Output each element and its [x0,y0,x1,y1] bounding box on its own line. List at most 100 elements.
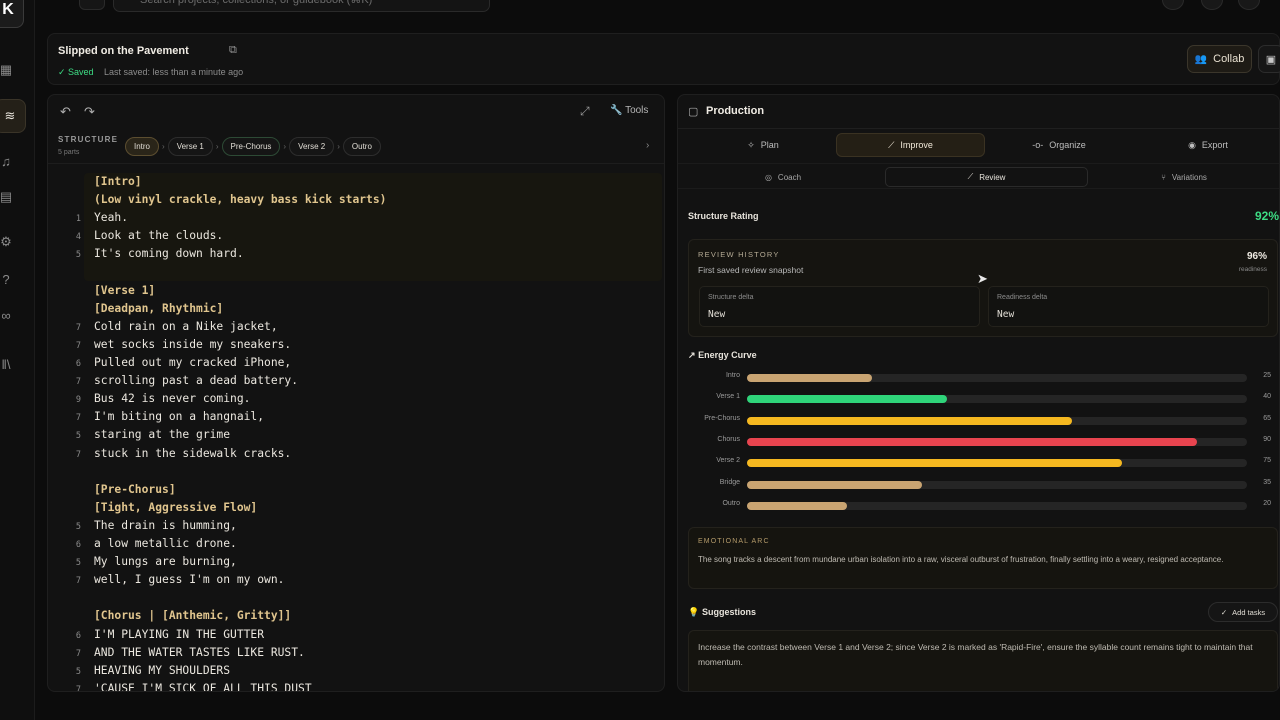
energy-bar-value: 35 [1263,478,1271,486]
lyric-line[interactable]: 5 My lungs are burning, [48,555,664,573]
lyric-line[interactable]: [Tight, Aggressive Flow] [48,501,664,519]
search-input[interactable]: Search projects, collections, or guidebo… [113,0,490,12]
library-icon[interactable]: ‖\ [0,352,18,376]
add-tasks-label: Add tasks [1232,607,1266,617]
subtab-variations[interactable]: ⑂ Variations [1094,167,1274,187]
add-tasks-button[interactable]: ✓ Add tasks [1208,602,1278,622]
sidebar-toggle-button[interactable] [79,0,105,10]
lyric-line[interactable]: [Deadpan, Rhythmic] [48,302,664,320]
lyric-text: Pulled out my cracked iPhone, [94,356,292,369]
lyric-line[interactable]: [Chorus | [Anthemic, Gritty]] [48,609,664,627]
tab-label: Plan [760,140,779,150]
lyric-line[interactable]: 9 Bus 42 is never coming. [48,392,664,410]
chip-verse-1[interactable]: Verse 1 [167,137,213,156]
structure-rating-value: 92% [1255,209,1280,223]
lyric-line[interactable]: [Verse 1] [48,284,664,302]
section-tag: [Deadpan, Rhythmic] [94,301,224,315]
emotional-arc-card: EMOTIONAL ARC The song tracks a descent … [688,527,1278,589]
lyric-line[interactable]: 6 a low metallic drone. [48,537,664,555]
lyric-line[interactable]: (Low vinyl crackle, heavy bass kick star… [48,193,664,211]
waveform-icon[interactable]: ≋ [0,99,26,133]
lyric-line[interactable]: 7 well, I guess I'm on my own. [48,573,664,591]
lyric-text: I'M PLAYING IN THE GUTTER [94,627,265,641]
lyric-line[interactable]: 7 I'm biting on a hangnail, [48,410,664,428]
sparkles-icon: ✧ [747,139,755,150]
energy-bar-fill [747,416,1072,425]
chip-pre-chorus[interactable]: Pre-Chorus [221,137,281,156]
lyric-line[interactable]: 6 Pulled out my cracked iPhone, [48,356,664,374]
chevron-right-icon[interactable]: › [646,140,649,151]
app-logo[interactable]: K [0,0,24,28]
layout-icon[interactable]: ▤ [0,185,18,209]
tab-export[interactable]: ◉ Export [1133,133,1279,157]
tab-plan[interactable]: ✧ Plan [688,133,838,157]
syllable-count [48,302,81,320]
energy-curve-label: ↗ Energy Curve [688,350,757,361]
syllable-count: 7 [75,648,81,659]
lyric-line[interactable]: 5 staring at the grime [48,428,664,446]
lyric-line[interactable]: 5 The drain is humming, [48,519,664,537]
lyric-line[interactable]: 7 stuck in the sidewalk cracks. [48,447,664,465]
production-tabs: ✧ Plan ⟋ Improve -o- Organize ◉ Export [678,133,1279,159]
lyric-line[interactable]: [Intro] [48,175,664,193]
lyric-text: It's coming down hard. [94,247,244,261]
energy-bar-track [747,480,1247,489]
syllable-count [48,175,81,193]
lyric-text: Yeah. [94,211,129,225]
bell-icon[interactable] [1201,0,1223,10]
chevron-right-icon: › [283,142,287,151]
chip-outro[interactable]: Outro [342,137,381,156]
subtab-review[interactable]: ⟋ Review [885,167,1088,187]
chip-intro[interactable]: Intro [125,137,160,156]
redo-icon[interactable]: ↷ [84,104,95,120]
tab-improve[interactable]: ⟋ Improve [836,133,985,157]
suggestion-text: Increase the contrast between Verse 1 an… [698,642,1253,667]
lyric-line[interactable]: 5 It's coming down hard. [48,247,664,265]
lyric-line[interactable]: 6 I'M PLAYING IN THE GUTTER [48,628,664,646]
energy-bar-row: Intro 25 [678,371,1279,385]
lyric-line[interactable] [48,465,664,483]
syllable-count: 5 [75,250,81,261]
syllable-count [48,591,81,609]
tools-button[interactable]: 🔧 Tools [610,105,648,116]
mouse-cursor-icon: ➤ [977,271,988,286]
lyric-text: 'CAUSE I'M SICK OF ALL THIS DUST [94,681,312,692]
compass-icon: ◎ [764,172,772,182]
link-icon[interactable]: ∞ [0,303,18,327]
chip-verse-2[interactable]: Verse 2 [289,137,335,156]
lyric-line[interactable]: 5 HEAVING MY SHOULDERS [48,664,664,682]
copy-icon[interactable]: ⧉ [229,44,241,57]
syllable-count: 6 [75,540,81,550]
notification-icon[interactable] [1162,0,1184,10]
lyric-line[interactable]: 4 Look at the clouds. [48,229,664,247]
lyric-line[interactable]: 1 Yeah. [48,211,664,229]
expand-icon[interactable]: ⤢ [580,104,590,119]
lyric-line[interactable] [48,266,664,284]
lyric-line[interactable]: 7 'CAUSE I'M SICK OF ALL THIS DUST [48,681,664,692]
syllable-count: 7 [75,340,81,351]
lyric-line[interactable]: [Pre-Chorus] [48,483,664,501]
lyric-line[interactable]: 7 AND THE WATER TASTES LIKE RUST. [48,646,664,664]
settings-icon[interactable]: ⚙ [0,230,18,254]
energy-bar-fill [747,437,1197,446]
tools-label: Tools [625,105,649,116]
energy-bar-label: Verse 2 [716,457,740,465]
dashboard-icon[interactable]: ▦ [0,58,18,82]
lyric-line[interactable]: 7 scrolling past a dead battery. [48,374,664,392]
syllable-count: 7 [75,377,81,388]
last-saved-text: Last saved: less than a minute ago [104,67,244,77]
music-note-icon[interactable]: ♫ [0,149,18,173]
undo-icon[interactable]: ↶ [60,104,71,120]
lyric-line[interactable]: 7 Cold rain on a Nike jacket, [48,320,664,338]
lyric-line[interactable] [48,591,664,609]
energy-bar-row: Pre-Chorus 65 [678,414,1279,428]
energy-bar-row: Chorus 90 [678,435,1279,449]
subtab-coach[interactable]: ◎ Coach [688,167,878,187]
save-icon[interactable]: ▣ [1258,45,1280,73]
tab-organize[interactable]: -o- Organize [984,133,1134,157]
globe-icon[interactable] [1238,0,1260,10]
lyric-line[interactable]: 7 wet socks inside my sneakers. [48,338,664,356]
help-icon[interactable]: ? [0,267,18,291]
lightbulb-icon: 💡 [688,607,700,617]
collab-button[interactable]: 👥 Collab [1187,45,1252,73]
